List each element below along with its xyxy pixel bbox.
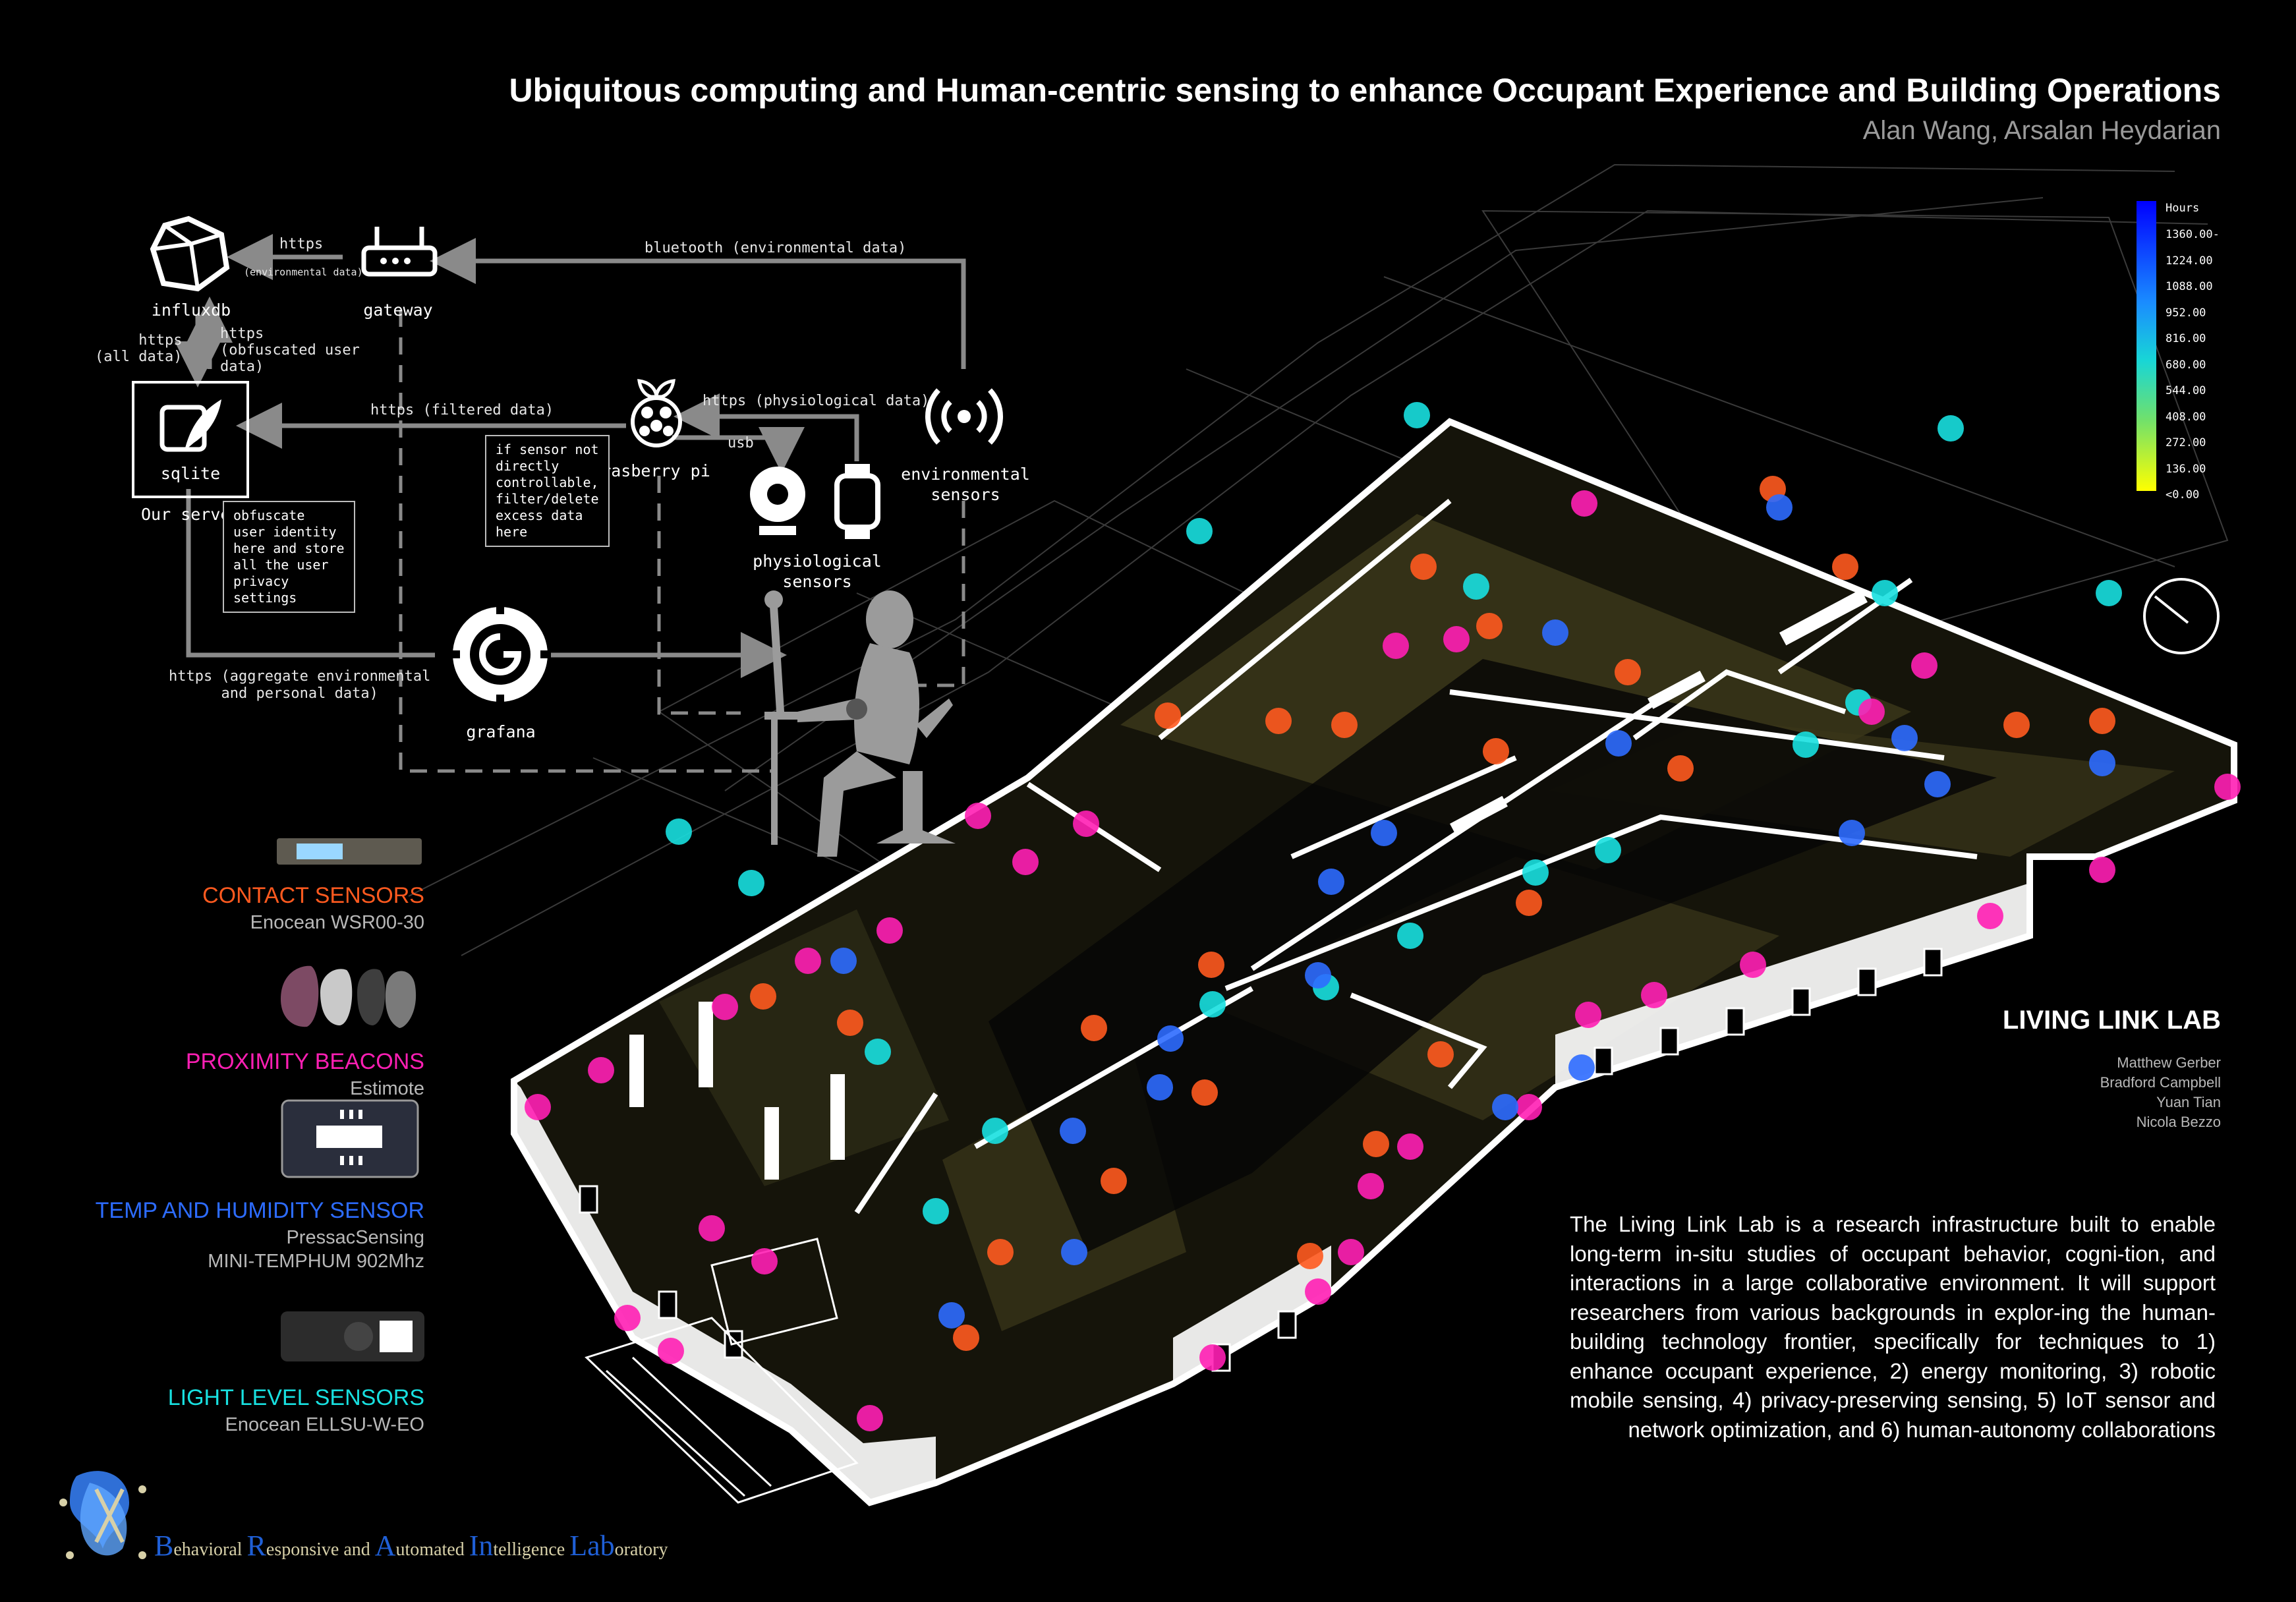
sensor-title-proximity: PROXIMITY BEACONS bbox=[69, 1049, 424, 1075]
sensor-sub-light: Enocean ELLSU-W-EO bbox=[225, 1414, 425, 1435]
influxdb-icon bbox=[150, 215, 230, 292]
legend-tick-label: <0.00 bbox=[2166, 488, 2200, 501]
brail-cap: A bbox=[374, 1530, 396, 1562]
lab-member: Yuan Tian bbox=[2156, 1094, 2221, 1110]
legend-tick-label: 544.00 bbox=[2166, 384, 2206, 397]
sensor-sub-temp: PressacSensing MINI-TEMPHUM 902Mhz bbox=[208, 1227, 424, 1272]
edge-label-https-physio: https (physiological data) bbox=[703, 393, 930, 409]
legend-tick-label: 816.00 bbox=[2166, 332, 2206, 345]
brail-cap: R bbox=[246, 1530, 266, 1562]
occupant-silhouette bbox=[764, 590, 956, 857]
sensor-title-contact: CONTACT SENSORS bbox=[69, 883, 424, 909]
edge-label-https-filtered: https (filtered data) bbox=[370, 402, 554, 418]
environmental-sensors-label: environmental sensors bbox=[901, 465, 1030, 504]
lab-member: Nicola Bezzo bbox=[2136, 1114, 2221, 1130]
sensor-title-light: LIGHT LEVEL SENSORS bbox=[69, 1385, 424, 1411]
edge-label-usb: usb bbox=[728, 435, 754, 451]
legend-title: Hours bbox=[2166, 202, 2200, 215]
sensor-sub-contact: Enocean WSR00-30 bbox=[250, 912, 424, 933]
proximity-beacons-image bbox=[281, 965, 416, 1028]
smartwatch-icon bbox=[834, 464, 880, 539]
proximity-beacons-title: PROXIMITY BEACONS bbox=[185, 1049, 424, 1074]
lab-member: Bradford Campbell bbox=[2100, 1074, 2221, 1091]
temp-humidity-sensor-image bbox=[281, 1099, 419, 1178]
brail-cap: B bbox=[154, 1530, 174, 1562]
brail-word: esponsive and bbox=[266, 1539, 375, 1560]
legend-tick-label: 408.00 bbox=[2166, 410, 2206, 424]
brail-logo-icon bbox=[59, 1471, 146, 1559]
gateway-icon bbox=[361, 227, 438, 277]
sqlite-server-box: sqlite bbox=[132, 381, 249, 498]
edge-label-https-obfuscated: https (obfuscated user data) bbox=[220, 326, 360, 375]
raspberry-pi-icon bbox=[631, 379, 682, 447]
brail-cap: In bbox=[469, 1530, 494, 1562]
lab-title: LIVING LINK LAB bbox=[2002, 1006, 2221, 1035]
webcam-icon bbox=[750, 467, 805, 535]
legend-tick-label: 1360.00- bbox=[2166, 228, 2220, 241]
edge-label-env-data: (environmental data) bbox=[244, 266, 363, 278]
brail-word: ehavioral bbox=[173, 1539, 247, 1560]
edge-label-https-all: https (all data) bbox=[95, 332, 183, 365]
legend-tick-label: 1088.00 bbox=[2166, 280, 2213, 293]
grafana-icon bbox=[449, 604, 551, 705]
brail-name: Behavioral Responsive and Automated Inte… bbox=[154, 1529, 668, 1562]
edge-label-https-gateway: https bbox=[279, 236, 324, 252]
lab-description: The Living Link Lab is a research infras… bbox=[1570, 1212, 2216, 1442]
lab-member: Matthew Gerber bbox=[2117, 1054, 2221, 1071]
note-filter: if sensor not directly controllable, fil… bbox=[485, 435, 610, 547]
sqlite-label: sqlite bbox=[160, 464, 221, 483]
legend-tick-label: 1224.00 bbox=[2166, 254, 2213, 268]
contact-sensor-image bbox=[277, 838, 422, 865]
influxdb-label: influxdb bbox=[151, 300, 231, 320]
sensor-sub-proximity: Estimote bbox=[350, 1078, 424, 1099]
legend-tick-label: 680.00 bbox=[2166, 358, 2206, 372]
environmental-sensors-icon bbox=[925, 388, 1003, 445]
legend-tick-label: 272.00 bbox=[2166, 436, 2206, 449]
sqlite-feather-icon bbox=[159, 399, 221, 452]
brail-word: telligence bbox=[493, 1539, 570, 1560]
legend-tick-label: 136.00 bbox=[2166, 462, 2206, 476]
sensor-title-temp: TEMP AND HUMIDITY SENSOR bbox=[69, 1198, 424, 1224]
temp-humidity-title: TEMP AND HUMIDITY SENSOR bbox=[95, 1198, 424, 1223]
brail-word: oratory bbox=[614, 1539, 668, 1560]
brail-word: utomated bbox=[395, 1539, 469, 1560]
light-level-sensor-image bbox=[281, 1311, 424, 1361]
gateway-label: gateway bbox=[363, 300, 433, 320]
light-level-title: LIGHT LEVEL SENSORS bbox=[167, 1385, 424, 1410]
grafana-label: grafana bbox=[466, 722, 536, 741]
legend-tick-label: 952.00 bbox=[2166, 306, 2206, 320]
contact-sensors-title: CONTACT SENSORS bbox=[202, 883, 424, 908]
brail-cap: Lab bbox=[569, 1530, 615, 1562]
note-obfuscate: obfuscate user identity here and store a… bbox=[223, 501, 355, 613]
edge-label-https-aggregate: https (aggregate environmental and perso… bbox=[169, 668, 431, 702]
edge-label-bluetooth: bluetooth (environmental data) bbox=[645, 240, 907, 256]
